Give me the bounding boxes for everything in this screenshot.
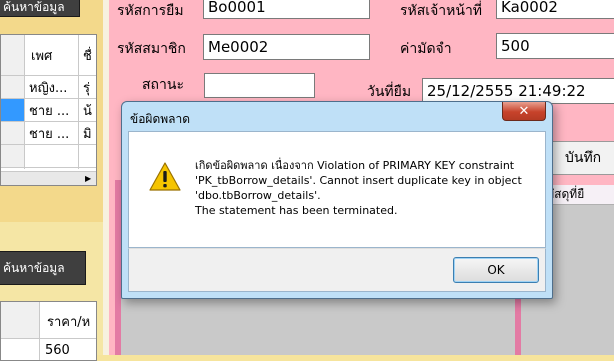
scroll-right-arrow-icon[interactable]: ▶ xyxy=(81,172,96,185)
row-header-selected[interactable] xyxy=(1,99,24,121)
status-label: สถานะ xyxy=(142,77,184,93)
table-cell-name[interactable]: รุ่ xyxy=(79,76,96,98)
grid-line xyxy=(1,98,96,99)
table-cell-gender[interactable]: ชาย ... xyxy=(25,122,79,144)
close-button[interactable]: ✕ xyxy=(502,102,546,121)
grid-corner xyxy=(1,302,39,338)
grid-line xyxy=(1,167,96,168)
error-message-line: เกิดข้อผิดพลาด เนื่องจาก Violation of PR… xyxy=(195,159,515,172)
deposit-label: ค่ามัดจำ xyxy=(400,41,452,57)
member-grid[interactable]: เพศ ชื่ หญิง... รุ่ ชาย ... น้ ชาย ... ม… xyxy=(0,34,97,186)
error-message-line: 'dbo.tbBorrow_details'. xyxy=(195,189,321,202)
ok-button[interactable]: OK xyxy=(453,257,539,283)
borrow-date-label: วันที่ยืม xyxy=(367,84,412,100)
ok-button-label: OK xyxy=(487,263,505,277)
grid-line xyxy=(1,121,96,122)
status-field[interactable] xyxy=(204,73,315,98)
table-cell-name[interactable]: น้ xyxy=(79,99,96,121)
row-header[interactable] xyxy=(1,145,24,167)
grid-line xyxy=(1,144,96,145)
search-button-bottom[interactable]: ค้นหาข้อมูล xyxy=(0,251,86,285)
row-header[interactable] xyxy=(1,122,24,144)
dialog-body: เกิดข้อผิดพลาด เนื่องจาก Violation of PR… xyxy=(128,131,546,248)
staff-id-field[interactable]: Ka0002 xyxy=(496,0,614,19)
row-header[interactable] xyxy=(1,76,24,98)
dialog-title: ข้อผิดพลาด xyxy=(130,112,191,126)
error-dialog: ข้อผิดพลาด ✕ เกิดข้อผิดพลาด เนื่องจาก Vi… xyxy=(121,101,553,299)
column-header-name[interactable]: ชื่ xyxy=(79,43,96,67)
table-cell-gender[interactable]: ชาย ... xyxy=(25,99,79,121)
grid-line xyxy=(1,338,96,339)
save-button[interactable]: บันทึก xyxy=(548,141,614,175)
save-button-label: บันทึก xyxy=(565,150,602,166)
grid-line xyxy=(1,75,96,76)
member-id-field[interactable]: Me0002 xyxy=(203,34,370,60)
grid-corner xyxy=(1,35,24,75)
column-header-price[interactable]: ราคา/ห xyxy=(43,310,96,332)
close-icon: ✕ xyxy=(518,103,530,119)
table-cell-name[interactable]: มิ xyxy=(79,122,96,144)
error-message-line: 'PK_tbBorrow_details'. Cannot insert dup… xyxy=(195,174,522,187)
grid-line xyxy=(24,35,25,169)
grid-line xyxy=(39,302,40,360)
grid-line xyxy=(78,35,79,169)
borrow-id-label: รหัสการยืม xyxy=(117,3,184,19)
deposit-field[interactable]: 500 xyxy=(496,33,614,59)
staff-id-label: รหัสเจ้าหน้าที่ xyxy=(400,3,483,19)
member-id-label: รหัสสมาชิก xyxy=(117,41,186,57)
search-button-top[interactable]: ค้นหาข้อมูล xyxy=(0,0,80,17)
error-message-line: The statement has been terminated. xyxy=(195,204,398,217)
borrow-id-field[interactable]: Bo0001 xyxy=(203,0,370,19)
form-separator xyxy=(103,0,109,355)
table-cell-gender[interactable]: หญิง... xyxy=(25,76,79,98)
table-cell-price[interactable]: 560 xyxy=(41,340,96,360)
book-grid[interactable]: ราคา/ห 560 xyxy=(0,301,97,361)
warning-icon xyxy=(149,162,181,192)
column-header-gender[interactable]: เพศ xyxy=(27,43,77,67)
